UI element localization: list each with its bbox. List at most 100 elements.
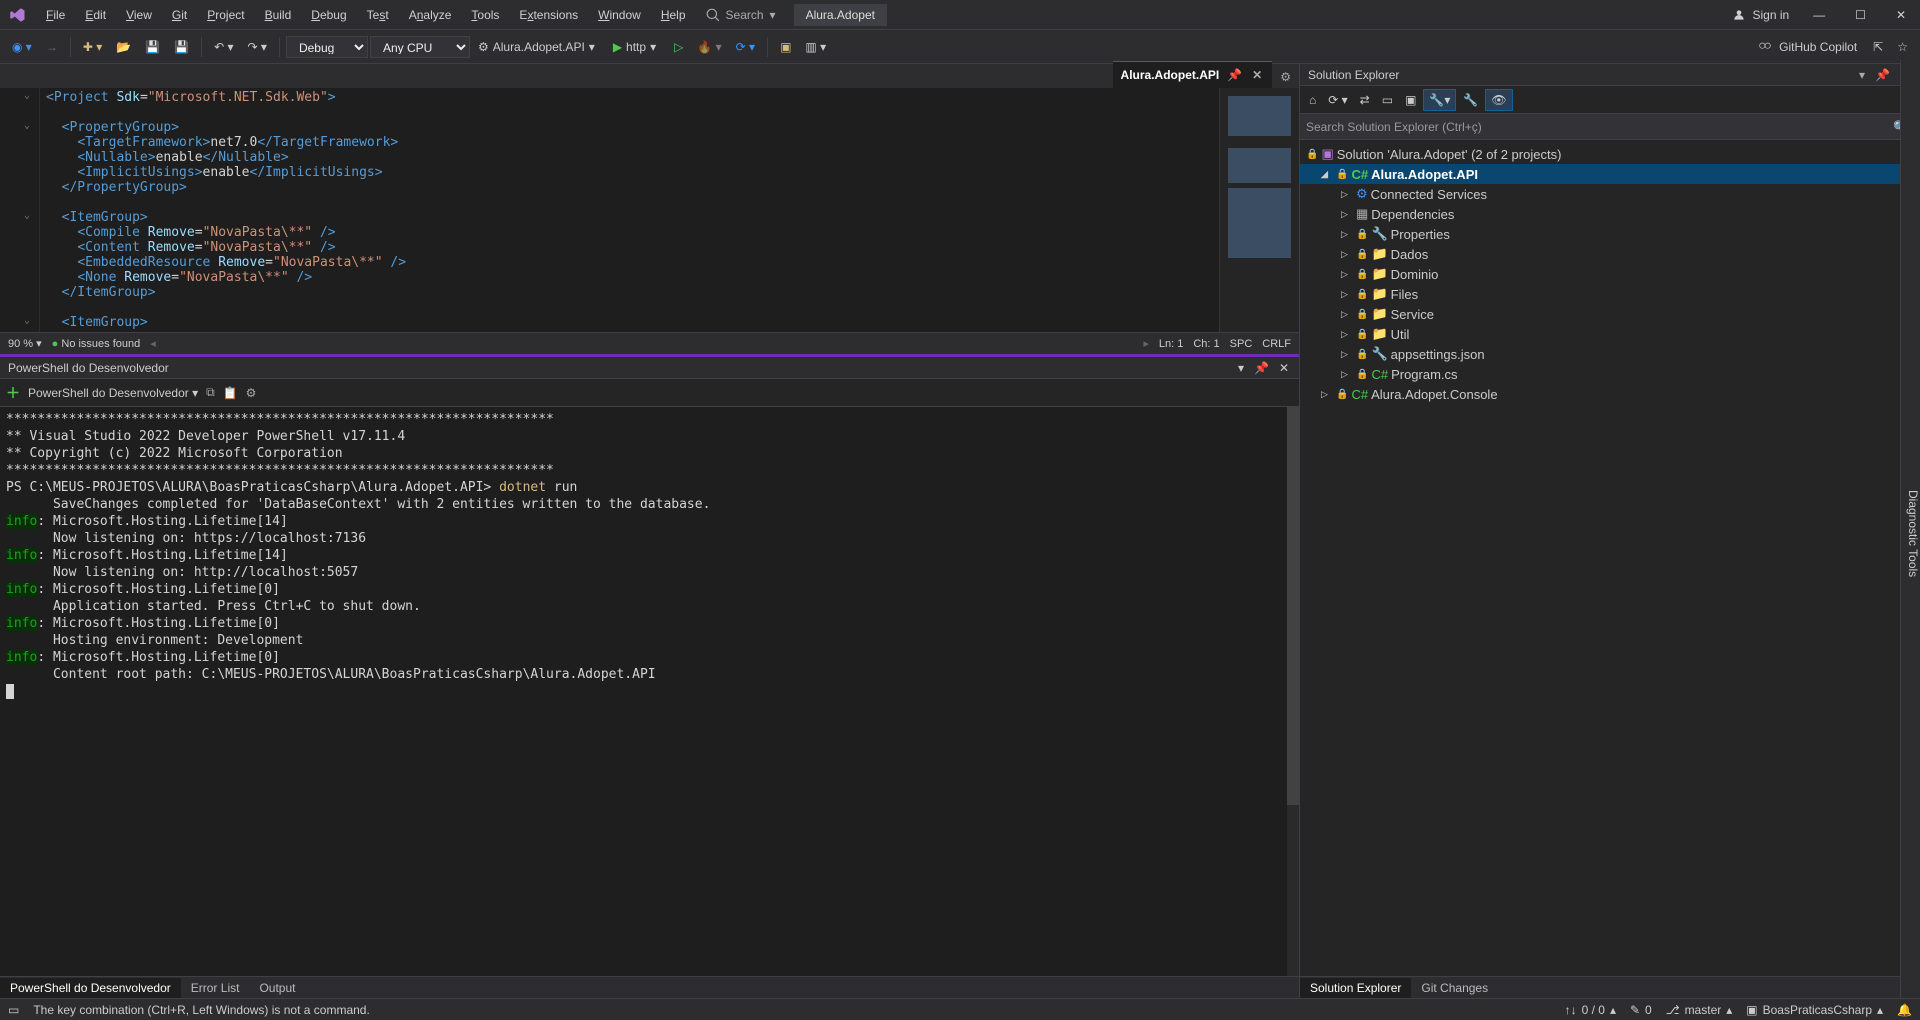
menu-analyze[interactable]: Analyze [399,2,462,28]
output-icon[interactable]: ▭ [8,1003,19,1017]
tree-folder-dados[interactable]: ▷🔒📁Dados [1300,244,1920,264]
startup-project[interactable]: ⚙ Alura.Adopet.API ▾ [472,40,601,54]
close-icon[interactable]: ✕ [1250,66,1264,84]
menu-view[interactable]: View [116,2,162,28]
ln-col[interactable]: Ln: 1 [1159,338,1183,350]
git-pending[interactable]: ✎ 0 [1630,1003,1652,1017]
toolbar: ◉ ▾ → ✚ ▾ 📂 💾 💾 ↶ ▾ ↷ ▾ Debug Any CPU ⚙ … [0,30,1920,64]
editor-tab[interactable]: Alura.Adopet.API 📌 ✕ [1113,61,1273,88]
line-ending[interactable]: CRLF [1262,338,1291,350]
git-updown[interactable]: ↑↓ 0 / 0 ▴ [1565,1003,1616,1017]
tree-connected-services[interactable]: ▷⚙Connected Services [1300,184,1920,204]
save-all-button[interactable]: 💾 [168,36,195,58]
properties-icon[interactable]: 🔧 [1458,90,1483,110]
menu-window[interactable]: Window [588,2,651,28]
menu-extensions[interactable]: Extensions [509,2,588,28]
tree-folder-util[interactable]: ▷🔒📁Util [1300,324,1920,344]
minimap[interactable] [1219,88,1299,332]
menu-git[interactable]: Git [162,2,197,28]
tab-options-icon[interactable]: ⚙ [1272,66,1299,88]
indent-mode[interactable]: SPC [1230,338,1253,350]
close-icon[interactable]: ✕ [1277,359,1291,377]
bottom-tabs: PowerShell do Desenvolvedor Error List O… [0,976,1299,998]
solution-title[interactable]: Alura.Adopet [794,4,887,26]
tree-appsettings[interactable]: ▷🔒🔧appsettings.json [1300,344,1920,364]
collapse-icon[interactable]: ▭ [1377,90,1398,110]
dropdown-icon[interactable]: ▾ [1236,359,1246,377]
copilot-button[interactable]: GitHub Copilot [1757,39,1857,55]
tree-project-api[interactable]: ◢🔒C# Alura.Adopet.API [1300,164,1920,184]
tree-solution[interactable]: 🔒▣ Solution 'Alura.Adopet' (2 of 2 proje… [1300,144,1920,164]
global-search[interactable]: Search ▾ [696,6,786,24]
zoom-combo[interactable]: 90 % ▾ [8,337,42,350]
close-button[interactable]: ✕ [1890,2,1912,28]
settings-icon[interactable]: ⚙ [246,386,257,400]
tab-error-list[interactable]: Error List [181,978,250,998]
tab-output[interactable]: Output [249,978,305,998]
tree-folder-files[interactable]: ▷🔒📁Files [1300,284,1920,304]
menu-test[interactable]: Test [357,2,399,28]
maximize-button[interactable]: ☐ [1849,2,1872,28]
redo-button[interactable]: ↷ ▾ [242,36,273,58]
refresh-icon[interactable]: ⟳ ▾ [1323,90,1352,110]
tree-project-console[interactable]: ▷🔒C#Alura.Adopet.Console [1300,384,1920,404]
add-terminal-button[interactable]: ＋ [6,383,20,403]
platform-combo[interactable]: Any CPU [370,36,470,58]
tool-b-button[interactable]: ▥ ▾ [799,36,832,58]
filter-icon[interactable]: 🔧▾ [1423,89,1456,111]
refresh-button[interactable]: ⟳ ▾ [730,36,761,58]
menu-help[interactable]: Help [651,2,696,28]
tool-a-button[interactable]: ▣ [774,36,797,58]
pin-icon[interactable]: 📌 [1252,359,1271,377]
no-issues[interactable]: ● No issues found [52,338,141,350]
notifications-icon[interactable]: 🔔 [1897,1003,1912,1017]
menu-debug[interactable]: Debug [301,2,356,28]
solution-explorer-panel: Solution Explorer ▾ 📌 ✕ ⌂ ⟳ ▾ ⇄ ▭ ▣ 🔧▾ 🔧… [1300,64,1920,998]
hot-reload-button[interactable]: 🔥 ▾ [691,36,727,58]
git-branch[interactable]: ⎇ master ▴ [1666,1003,1733,1017]
preview-icon[interactable]: 👁 [1485,89,1512,111]
tab-powershell[interactable]: PowerShell do Desenvolvedor [0,978,181,998]
open-button[interactable]: 📂 [110,36,137,58]
menu-project[interactable]: Project [197,2,254,28]
feedback-button[interactable]: ☆ [1891,36,1914,58]
side-rail-diagnostic[interactable]: Diagnostic Tools [1900,60,1920,998]
tree-folder-dominio[interactable]: ▷🔒📁Dominio [1300,264,1920,284]
nav-fwd-button[interactable]: → [40,36,64,58]
menu-edit[interactable]: Edit [75,2,116,28]
paste-icon[interactable]: 📋 [223,386,238,400]
solution-search[interactable]: Search Solution Explorer (Ctrl+ç) 🔍▾ [1300,114,1920,140]
minimize-button[interactable]: — [1807,2,1831,28]
menu-file[interactable]: File [36,2,75,28]
signin-button[interactable]: Sign in [1732,8,1789,22]
ch-col[interactable]: Ch: 1 [1193,338,1219,350]
tree-folder-service[interactable]: ▷🔒📁Service [1300,304,1920,324]
config-combo[interactable]: Debug [286,36,368,58]
scrollbar-thumb[interactable] [1287,407,1299,805]
showall-icon[interactable]: ▣ [1400,90,1421,110]
tab-solution-explorer[interactable]: Solution Explorer [1300,978,1411,998]
menu-tools[interactable]: Tools [461,2,509,28]
save-button[interactable]: 💾 [139,36,166,58]
home-icon[interactable]: ⌂ [1304,90,1321,110]
nav-back-button[interactable]: ◉ ▾ [6,36,38,58]
terminal-output[interactable]: ****************************************… [0,407,1299,976]
new-item-button[interactable]: ✚ ▾ [77,36,108,58]
menu-build[interactable]: Build [255,2,302,28]
sync-icon[interactable]: ⇄ [1355,90,1375,110]
git-repo[interactable]: ▣ BoasPraticasCsharp ▴ [1746,1003,1883,1017]
start-without-debug-button[interactable]: ▷ [668,36,689,58]
dropdown-icon[interactable]: ▾ [1857,66,1867,84]
tree-properties[interactable]: ▷🔒🔧Properties [1300,224,1920,244]
tree-dependencies[interactable]: ▷▦Dependencies [1300,204,1920,224]
tree-program-cs[interactable]: ▷🔒C#Program.cs [1300,364,1920,384]
pin-icon[interactable]: 📌 [1225,66,1244,84]
tab-git-changes[interactable]: Git Changes [1411,978,1498,998]
share-button[interactable]: ⇱ [1867,36,1889,58]
start-debug-button[interactable]: ▶ http ▾ [603,37,666,57]
undo-button[interactable]: ↶ ▾ [208,36,239,58]
copy-icon[interactable]: ⧉ [206,385,215,400]
code-editor[interactable]: <Project Sdk="Microsoft.NET.Sdk.Web"> <P… [40,88,1219,332]
terminal-session-name[interactable]: PowerShell do Desenvolvedor ▾ [28,386,198,400]
pin-icon[interactable]: 📌 [1873,66,1892,84]
